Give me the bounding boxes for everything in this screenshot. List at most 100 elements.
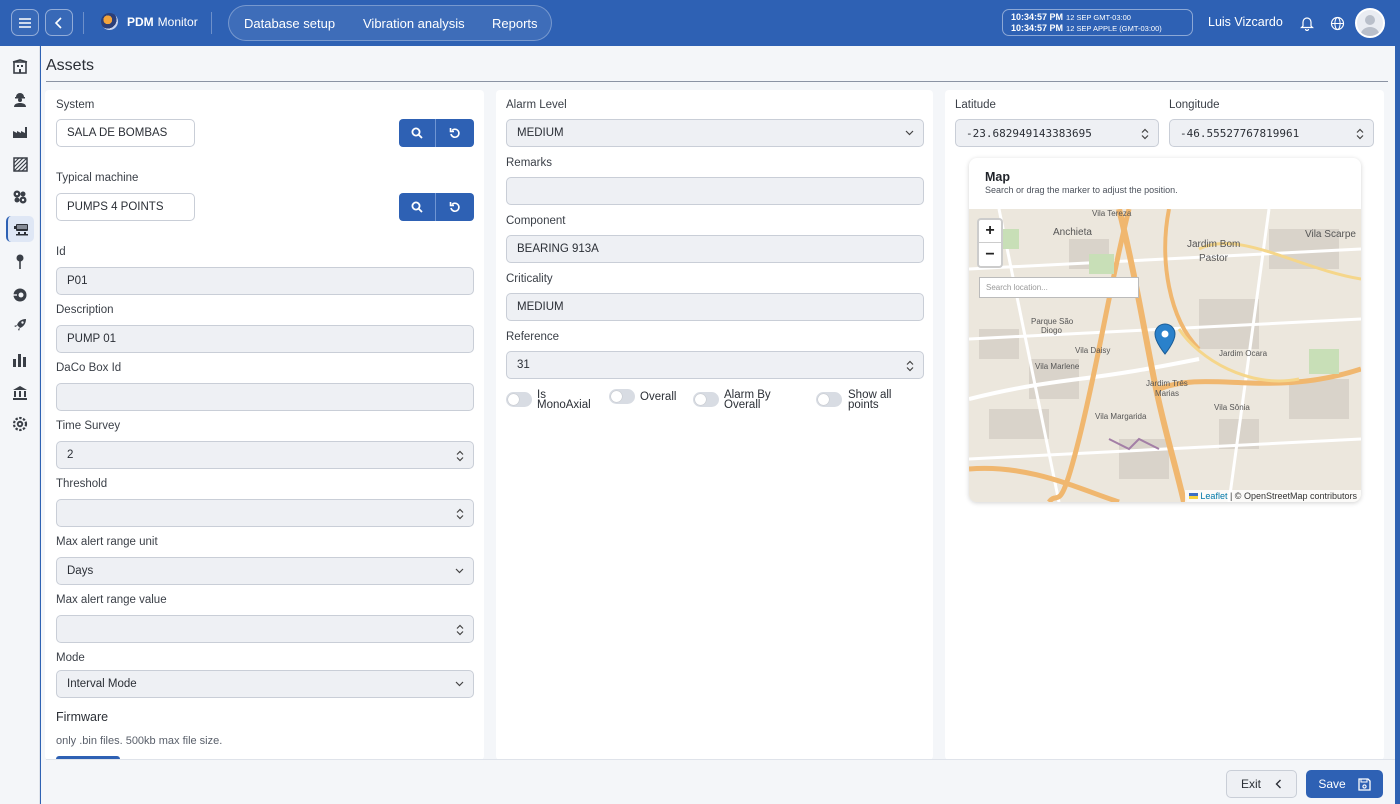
- typical-machine-reset-button[interactable]: [436, 193, 473, 221]
- leaflet-link[interactable]: Leaflet: [1200, 491, 1227, 501]
- threshold-label: Threshold: [56, 478, 108, 490]
- description-field[interactable]: PUMP 01: [56, 325, 474, 353]
- menu-button[interactable]: [11, 9, 39, 36]
- alarm-by-overall-toggle[interactable]: [693, 392, 719, 407]
- show-all-points-toggle[interactable]: [816, 392, 842, 407]
- clock-time-local: 10:34:57 PM: [1011, 12, 1064, 22]
- exit-label: Exit: [1240, 777, 1261, 791]
- system-field[interactable]: SALA DE BOMBAS: [56, 119, 195, 147]
- max-alert-value-label: Max alert range value: [56, 594, 167, 606]
- time-survey-stepper[interactable]: 2: [56, 441, 474, 469]
- description-value: PUMP 01: [67, 333, 117, 345]
- nav-reports[interactable]: Reports: [492, 16, 538, 31]
- system-label: System: [56, 99, 95, 111]
- overall-label: Overall: [640, 391, 677, 403]
- typical-machine-label: Typical machine: [56, 172, 139, 184]
- sidebar-item-reports[interactable]: [6, 346, 34, 372]
- criticality-field[interactable]: MEDIUM: [506, 293, 924, 321]
- notifications-button[interactable]: [1297, 13, 1317, 33]
- user-name[interactable]: Luis Vizcardo: [1208, 15, 1283, 29]
- hamburger-icon: [19, 17, 31, 28]
- sidebar-item-institution[interactable]: [6, 379, 34, 405]
- max-alert-value-stepper[interactable]: [56, 615, 474, 643]
- mode-value: Interval Mode: [67, 678, 137, 690]
- sidebar-item-sensors[interactable]: [6, 282, 34, 308]
- map-label: Vila Tereza: [1092, 209, 1132, 218]
- typical-machine-actions: [399, 193, 474, 221]
- overall-toggle[interactable]: [609, 389, 635, 404]
- save-button[interactable]: Save: [1306, 770, 1383, 798]
- clock-display[interactable]: 10:34:57 PM 12 SEP GMT-03:00 10:34:57 PM 1…: [1002, 9, 1193, 36]
- threshold-stepper[interactable]: [56, 499, 474, 527]
- bar-chart-icon: [13, 353, 26, 367]
- alarm-level-label: Alarm Level: [506, 99, 567, 111]
- system-reset-button[interactable]: [436, 119, 473, 147]
- zoom-out-button[interactable]: −: [979, 243, 1001, 266]
- alarm-level-select[interactable]: MEDIUM: [506, 119, 924, 147]
- sidebar-item-settings[interactable]: [6, 411, 34, 437]
- zoom-in-button[interactable]: +: [979, 220, 1001, 243]
- component-value: BEARING 913A: [517, 243, 599, 255]
- remarks-field[interactable]: [506, 177, 924, 205]
- back-button[interactable]: [45, 9, 73, 36]
- sidebar-item-points[interactable]: [6, 249, 34, 275]
- map-label: Parque São: [1031, 317, 1074, 326]
- sidebar-item-systems[interactable]: [6, 184, 34, 210]
- map-zoom-control: + −: [977, 218, 1003, 268]
- map-subtitle: Search or drag the marker to adjust the …: [985, 185, 1178, 195]
- divider: [211, 12, 212, 34]
- avatar[interactable]: [1355, 8, 1385, 38]
- system-search-button[interactable]: [399, 119, 436, 147]
- max-alert-unit-select[interactable]: Days: [56, 557, 474, 585]
- mode-select[interactable]: Interval Mode: [56, 670, 474, 698]
- brand[interactable]: PDM Monitor: [101, 13, 198, 30]
- monoaxial-label: Is MonoAxial: [537, 389, 591, 411]
- bell-icon: [1300, 16, 1314, 31]
- chevron-left-icon: [1275, 779, 1281, 789]
- map-view[interactable]: Vila Tereza Anchieta Jardim Bom Pastor V…: [969, 209, 1361, 502]
- longitude-stepper[interactable]: -46.55527767819961: [1169, 119, 1374, 147]
- sidebar-item-assets[interactable]: [6, 216, 34, 242]
- daco-box-field[interactable]: [56, 383, 474, 411]
- time-survey-label: Time Survey: [56, 420, 121, 432]
- map-card: Map Search or drag the marker to adjust …: [969, 158, 1361, 502]
- monoaxial-toggle[interactable]: [506, 392, 532, 407]
- map-label: Jardim Bom: [1187, 239, 1241, 250]
- show-all-points-label: Show all points: [848, 389, 891, 411]
- id-value: P01: [67, 275, 88, 287]
- window-edge: [1395, 46, 1400, 804]
- sidebar-item-areas[interactable]: [6, 151, 34, 177]
- latitude-stepper[interactable]: -23.682949143383695: [955, 119, 1159, 147]
- sidebar-item-users[interactable]: [6, 86, 34, 112]
- map-search-input[interactable]: Search location...: [979, 277, 1139, 298]
- component-field[interactable]: BEARING 913A: [506, 235, 924, 263]
- machine-icon: [13, 224, 28, 236]
- monoaxial-label-line2: MonoAxial: [537, 399, 591, 411]
- language-button[interactable]: [1327, 13, 1347, 33]
- exit-button[interactable]: Exit: [1226, 770, 1297, 798]
- sidebar-item-plants[interactable]: [6, 119, 34, 145]
- typical-machine-search-button[interactable]: [399, 193, 436, 221]
- sidebar-item-deploy[interactable]: [6, 312, 34, 338]
- daco-box-label: DaCo Box Id: [56, 362, 122, 374]
- id-field[interactable]: P01: [56, 267, 474, 295]
- typical-machine-field[interactable]: PUMPS 4 POINTS: [56, 193, 195, 221]
- remarks-label: Remarks: [506, 157, 553, 169]
- nav-vibration-analysis[interactable]: Vibration analysis: [363, 16, 465, 31]
- search-icon: [411, 201, 423, 213]
- map-title: Map: [985, 170, 1010, 184]
- longitude-label: Longitude: [1169, 99, 1220, 111]
- map-label: Vila Daisy: [1075, 346, 1111, 355]
- map-tiles: [969, 209, 1361, 502]
- user-avatar-icon: [1360, 15, 1380, 36]
- nav-database-setup[interactable]: Database setup: [244, 16, 335, 31]
- brain-gear-icon: [13, 288, 27, 302]
- sidebar-item-dashboard[interactable]: [6, 53, 34, 79]
- clock-time-apple: 10:34:57 PM: [1011, 23, 1064, 33]
- chevron-left-icon: [54, 16, 62, 29]
- rocket-icon: [14, 319, 26, 331]
- alarm-level-value: MEDIUM: [517, 127, 564, 139]
- reference-label: Reference: [506, 331, 560, 343]
- worker-icon: [14, 93, 26, 107]
- reference-stepper[interactable]: 31: [506, 351, 924, 379]
